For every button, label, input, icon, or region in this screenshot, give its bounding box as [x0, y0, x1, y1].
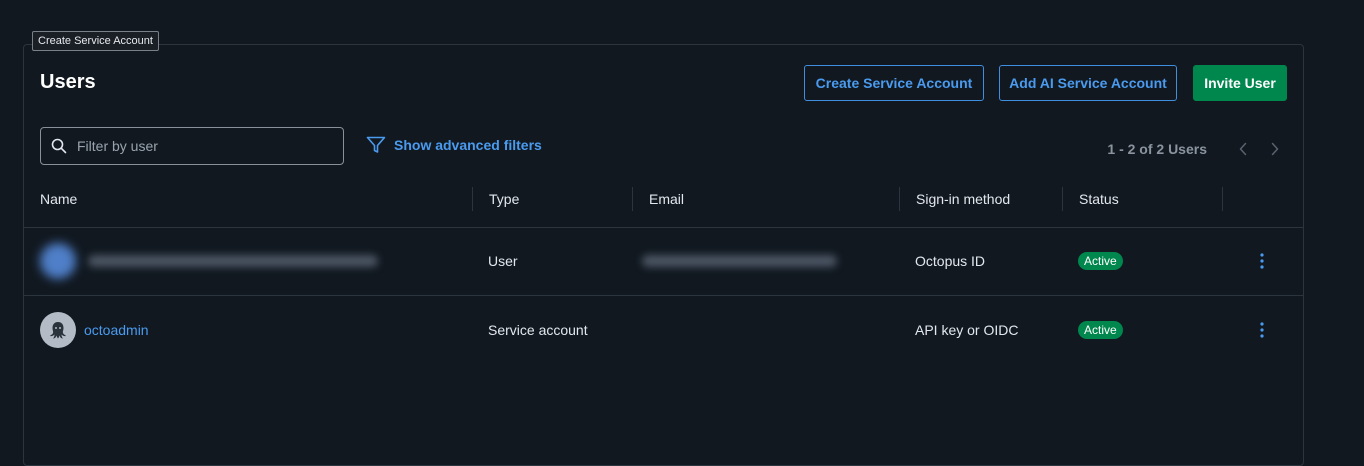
user-status-cell: Active: [1078, 227, 1123, 295]
user-type: User: [488, 253, 518, 269]
more-vertical-icon: [1260, 253, 1264, 269]
pagination: 1 - 2 of 2 Users: [1107, 137, 1287, 161]
column-header-name[interactable]: Name: [24, 187, 472, 211]
redacted-email: [642, 255, 837, 267]
column-header-type[interactable]: Type: [472, 187, 632, 211]
table-row[interactable]: User Octopus ID Active: [24, 227, 1303, 296]
user-name-link[interactable]: octoadmin: [84, 322, 149, 338]
search-field[interactable]: [40, 127, 344, 165]
user-sign-in-method: API key or OIDC: [915, 322, 1019, 338]
user-sign-in-method: Octopus ID: [915, 253, 986, 269]
octopus-icon: [50, 322, 66, 339]
search-icon: [51, 138, 67, 154]
pagination-summary: 1 - 2 of 2 Users: [1107, 141, 1207, 157]
user-name-cell: octoadmin: [40, 296, 149, 364]
add-ai-service-account-button[interactable]: Add AI Service Account: [999, 65, 1177, 101]
table-header: Name Type Email Sign-in method Status: [24, 183, 1303, 228]
user-name-cell: [40, 227, 378, 295]
user-email-cell: [642, 227, 837, 295]
column-header-status[interactable]: Status: [1062, 187, 1222, 211]
avatar: [40, 243, 76, 279]
avatar: [40, 312, 76, 348]
page-title: Users: [40, 71, 96, 93]
advanced-filters-label: Show advanced filters: [394, 137, 542, 153]
status-badge: Active: [1078, 252, 1123, 270]
column-header-email[interactable]: Email: [632, 187, 899, 211]
table-row[interactable]: octoadmin Service account API key or OID…: [24, 296, 1303, 364]
chevron-left-icon: [1239, 142, 1247, 156]
create-service-account-button[interactable]: Create Service Account: [804, 65, 984, 101]
tooltip: Create Service Account: [32, 31, 159, 51]
more-vertical-icon: [1260, 322, 1264, 338]
status-badge: Active: [1078, 321, 1123, 339]
search-input[interactable]: [75, 137, 329, 155]
user-status-cell: Active: [1078, 296, 1123, 364]
filter-icon: [366, 136, 386, 153]
redacted-name: [88, 255, 378, 267]
user-type: Service account: [488, 322, 588, 338]
row-menu-button[interactable]: [1252, 296, 1272, 364]
invite-user-button[interactable]: Invite User: [1193, 65, 1287, 101]
users-panel: Users Create Service Account Add AI Serv…: [23, 44, 1304, 466]
next-page-button[interactable]: [1263, 137, 1287, 161]
column-header-sign-in-method[interactable]: Sign-in method: [899, 187, 1062, 211]
row-menu-button[interactable]: [1252, 227, 1272, 295]
chevron-right-icon: [1271, 142, 1279, 156]
previous-page-button[interactable]: [1231, 137, 1255, 161]
column-header-actions: [1222, 187, 1303, 211]
advanced-filters-toggle[interactable]: Show advanced filters: [366, 136, 542, 154]
